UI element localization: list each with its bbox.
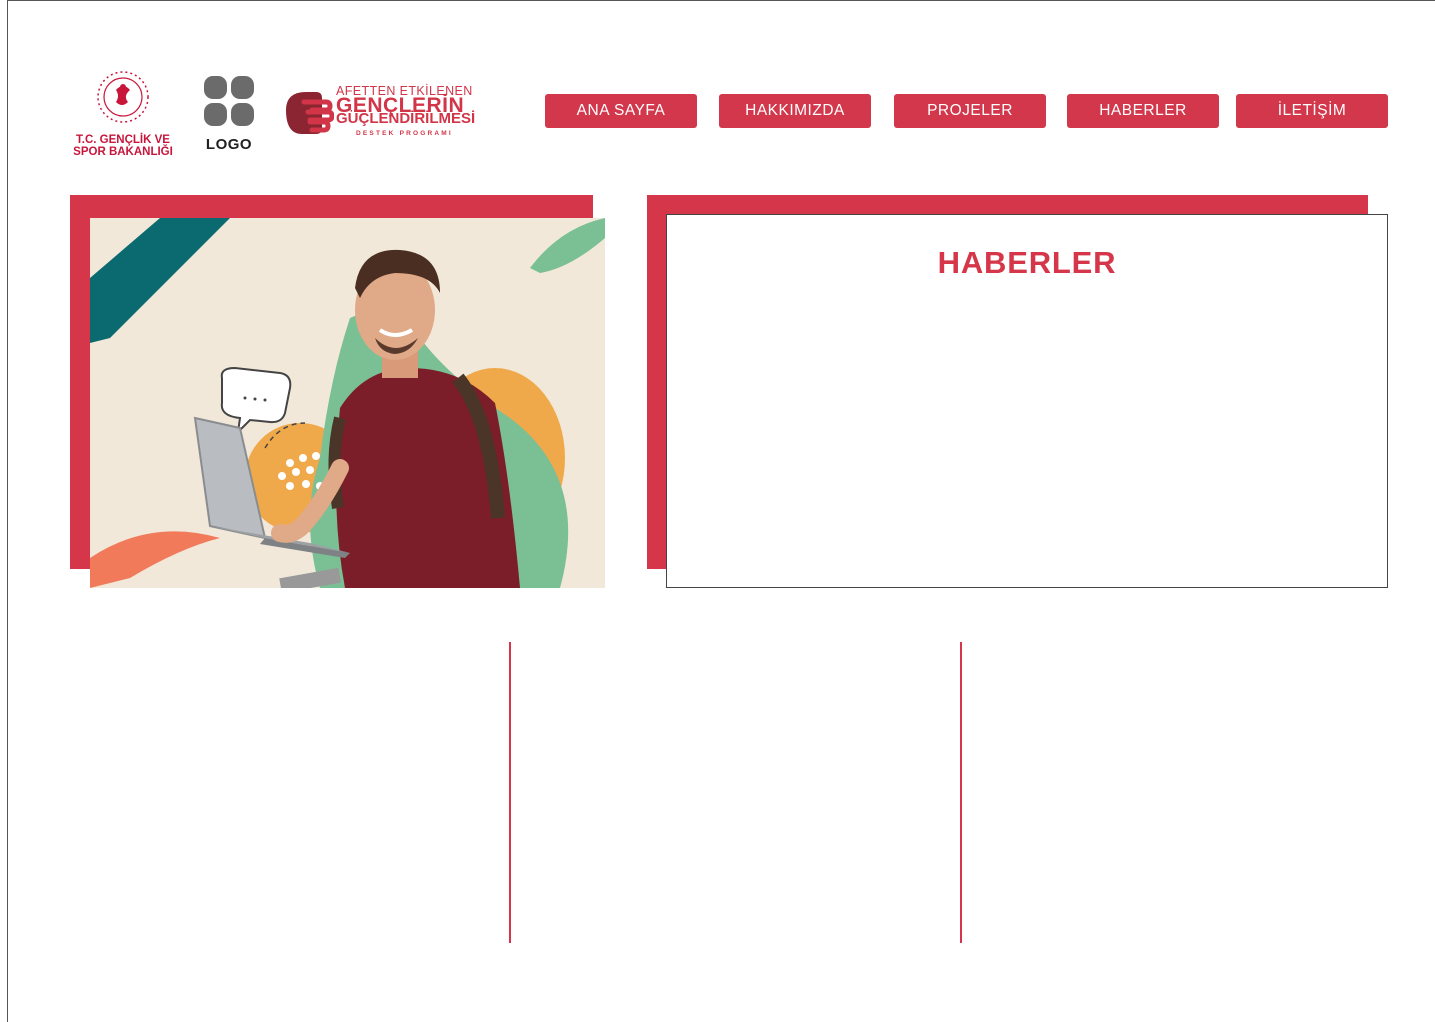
hero-photo — [90, 218, 605, 588]
nav-contact-button[interactable]: İLETİŞİM — [1236, 94, 1388, 128]
news-title: HABERLER — [937, 245, 1117, 280]
nav-about-button[interactable]: HAKKIMIZDA — [719, 94, 871, 128]
logo-shape-icon — [204, 76, 254, 126]
partner-logo-label: LOGO — [205, 136, 253, 153]
nav-home-button[interactable]: ANA SAYFA — [545, 94, 697, 128]
partner-logo[interactable]: LOGO — [200, 75, 258, 153]
column-divider-2 — [960, 642, 962, 943]
program-title-line4: DESTEK PROGRAMI — [356, 130, 453, 137]
hands-icon — [286, 92, 334, 134]
nav-projects-button[interactable]: PROJELER — [894, 94, 1046, 128]
news-panel: HABERLER — [666, 214, 1388, 588]
ministry-name-line1: T.C. GENÇLİK VE — [76, 134, 170, 146]
ministry-name-line2: SPOR BAKANLIĞI — [73, 146, 173, 158]
program-logo[interactable]: AFETTEN ETKİLENEN GENÇLERİN GÜÇLENDİRİLM… — [282, 84, 492, 140]
nav-news-button[interactable]: HABERLER — [1067, 94, 1219, 128]
ministry-logo[interactable]: T.C. GENÇLİK VE SPOR BAKANLIĞI — [68, 70, 178, 158]
column-divider-1 — [509, 642, 511, 943]
program-title-line3: GÜÇLENDİRİLMESİ — [336, 110, 476, 127]
student-illustration — [90, 218, 605, 588]
ministry-emblem-icon — [97, 71, 149, 123]
